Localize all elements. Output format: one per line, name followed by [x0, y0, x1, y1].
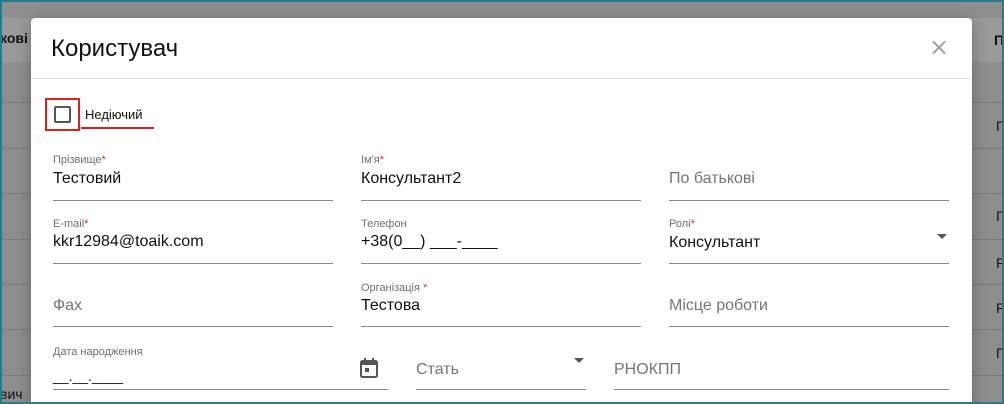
rnokpp-placeholder: РНОКПП	[614, 361, 681, 378]
user-dialog: Користувач × Недіючий Прізвище* Тестовий…	[31, 18, 972, 404]
required-mark: *	[690, 218, 695, 230]
birth-date-field[interactable]: Дата народження __.__.____	[53, 343, 388, 390]
rnokpp-field[interactable]: РНОКПП	[614, 343, 949, 390]
fax-placeholder: Фах	[53, 297, 83, 314]
roles-label: Ролі	[669, 218, 691, 230]
inactive-checkbox[interactable]	[54, 106, 71, 123]
workplace-placeholder: Місце роботи	[669, 297, 768, 314]
patronymic-placeholder: По батькові	[669, 170, 755, 187]
inactive-label[interactable]: Недіючий	[85, 107, 143, 122]
table-header-cell-left: кові	[0, 30, 28, 46]
table-cell: Р	[996, 300, 1004, 316]
required-mark: *	[379, 154, 384, 166]
first-name-label: Ім'я	[361, 154, 380, 166]
organization-value: Тестова	[361, 297, 421, 314]
email-value: kkr12984@toaik.com	[53, 233, 204, 250]
table-cell: П	[996, 345, 1004, 361]
surname-label: Прізвище	[53, 154, 102, 166]
gender-placeholder: Стать	[416, 361, 459, 378]
roles-value: Консультант	[669, 234, 761, 251]
close-icon[interactable]: ×	[928, 35, 950, 59]
birth-date-label: Дата народження	[53, 346, 143, 358]
phone-field[interactable]: Телефон +38(0__) ___-____	[361, 216, 641, 264]
required-mark: *	[419, 282, 428, 294]
email-label: E-mail	[53, 218, 85, 230]
surname-value: Тестовий	[53, 170, 122, 187]
table-cell: П	[996, 208, 1004, 224]
roles-select[interactable]: Ролі* Консультант	[669, 216, 949, 264]
first-name-value: Консультант2	[361, 170, 462, 187]
surname-field[interactable]: Прізвище* Тестовий	[53, 152, 333, 201]
workplace-field[interactable]: Місце роботи	[669, 280, 949, 327]
first-name-field[interactable]: Ім'я* Консультант2	[361, 152, 641, 201]
calendar-icon[interactable]	[360, 358, 378, 378]
dialog-header: Користувач ×	[31, 18, 972, 79]
organization-label: Організація	[361, 282, 420, 294]
fax-field[interactable]: Фах	[53, 280, 333, 327]
organization-field[interactable]: Організація * Тестова	[361, 280, 641, 327]
required-mark: *	[101, 154, 106, 166]
required-mark: *	[84, 218, 89, 230]
phone-value: +38(0__) ___-____	[361, 233, 498, 250]
label-highlight-underline	[81, 127, 154, 129]
phone-label: Телефон	[361, 218, 407, 230]
patronymic-field[interactable]: По батькові	[669, 152, 949, 201]
table-cell: вич	[0, 386, 23, 402]
birth-date-value: __.__.____	[53, 368, 124, 384]
email-field[interactable]: E-mail* kkr12984@toaik.com	[53, 216, 333, 264]
table-header-cell-right: П	[994, 32, 1004, 48]
dialog-title: Користувач	[51, 35, 179, 62]
chevron-down-icon[interactable]	[574, 358, 584, 363]
chevron-down-icon[interactable]	[937, 234, 947, 239]
table-cell: Р	[996, 255, 1004, 271]
table-cell: П	[996, 118, 1004, 134]
gender-select[interactable]: Стать	[416, 343, 586, 390]
